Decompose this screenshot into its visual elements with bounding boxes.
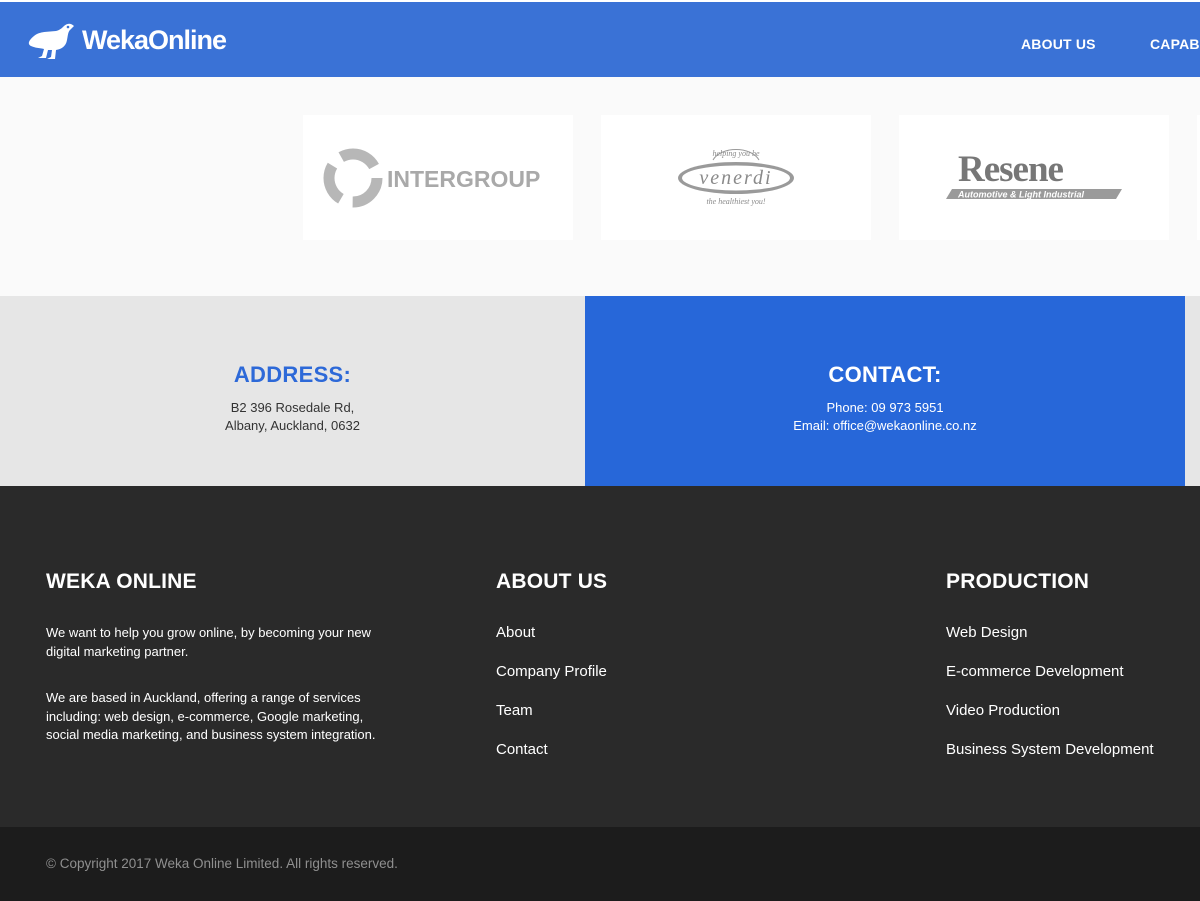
footer-link-team[interactable]: Team [496, 702, 607, 720]
venerdi-tagline-bottom: the healthiest you! [706, 197, 765, 206]
footer-link-video-production[interactable]: Video Production [946, 702, 1154, 720]
intergroup-logo: INTERGROUP [323, 148, 540, 207]
site-footer: WEKA ONLINE We want to help you grow onl… [0, 486, 1200, 827]
footer-intro-text: We want to help you grow online, by beco… [46, 625, 371, 659]
site-header: WekaOnline ABOUT US CAPABI [0, 2, 1200, 77]
client-card-venerdi[interactable]: helping you be venerdi the healthiest yo… [601, 115, 871, 240]
footer-col-weka: WEKA ONLINE We want to help you grow onl… [46, 570, 386, 773]
venerdi-name: venerdi [699, 167, 772, 189]
footer-link-about[interactable]: About [496, 624, 607, 642]
footer-link-company-profile[interactable]: Company Profile [496, 663, 607, 681]
footer-link-web-design[interactable]: Web Design [946, 624, 1154, 642]
client-card-resene[interactable]: Resene Automotive & Light Industrial [899, 115, 1169, 240]
footer-title-production: PRODUCTION [946, 570, 1090, 593]
client-card-intergroup[interactable]: INTERGROUP [303, 115, 573, 240]
venerdi-tagline-top: helping you be [712, 149, 760, 158]
footer-title-weka: WEKA ONLINE [46, 570, 197, 593]
address-title: ADDRESS: [233, 362, 352, 387]
footer-col-about: ABOUT US About Company Profile Team Cont… [496, 570, 607, 780]
contact-edge [1185, 296, 1200, 486]
footer-title-about: ABOUT US [496, 570, 608, 593]
nav-about-us[interactable]: ABOUT US [1021, 36, 1096, 52]
logo-text: WekaOnline [82, 24, 227, 55]
footer-services-text: We are based in Auckland, offering a ran… [46, 690, 376, 742]
venerdi-logo: helping you be venerdi the healthiest yo… [678, 149, 794, 206]
intergroup-name: INTERGROUP [387, 166, 540, 192]
address-block: ADDRESS: B2 396 Rosedale Rd, Albany, Auc… [0, 296, 585, 486]
contact-title: CONTACT: [828, 362, 942, 387]
contact-phone[interactable]: Phone: 09 973 5951 [585, 399, 1185, 417]
footer-link-ecommerce[interactable]: E-commerce Development [946, 663, 1154, 681]
nav-capabilities[interactable]: CAPABI [1150, 36, 1200, 52]
footer-link-contact[interactable]: Contact [496, 741, 607, 759]
client-logos: INTERGROUP helping you be venerdi the he… [0, 77, 1200, 296]
copyright-text: © Copyright 2017 Weka Online Limited. Al… [46, 856, 398, 871]
contact-email[interactable]: Email: office@wekaonline.co.nz [585, 417, 1185, 435]
contact-block: CONTACT: Phone: 09 973 5951 Email: offic… [585, 296, 1185, 486]
footer-link-business-system[interactable]: Business System Development [946, 741, 1154, 759]
address-line-1: B2 396 Rosedale Rd, [230, 400, 355, 415]
address-line-2: Albany, Auckland, 0632 [225, 418, 360, 433]
copyright-bar: © Copyright 2017 Weka Online Limited. Al… [0, 827, 1200, 901]
site-logo[interactable]: WekaOnline [26, 18, 227, 62]
resene-tagline: Automotive & Light Industrial [957, 189, 1084, 199]
resene-name: Resene [958, 149, 1064, 190]
weka-bird-icon [28, 23, 74, 60]
footer-col-production: PRODUCTION Web Design E-commerce Develop… [946, 570, 1154, 780]
resene-logo: Resene Automotive & Light Industrial [946, 149, 1122, 199]
